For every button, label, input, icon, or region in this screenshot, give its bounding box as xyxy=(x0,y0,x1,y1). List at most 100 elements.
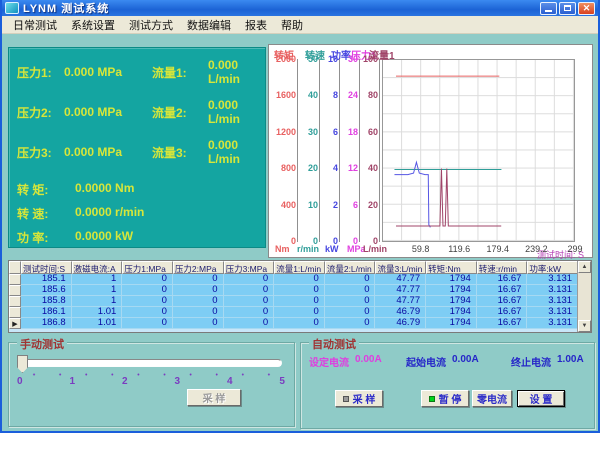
column-header[interactable]: 测试时间:S xyxy=(21,261,72,274)
menu-bar: 日常测试系统设置测试方式数据编辑报表帮助 xyxy=(2,16,598,34)
table-row[interactable]: 185.810000047.77179416.673.131 xyxy=(9,296,578,307)
trace-blue-line xyxy=(394,162,430,227)
row-selector[interactable] xyxy=(9,285,21,296)
row-selector[interactable] xyxy=(9,307,21,318)
scroll-up-icon[interactable]: ▲ xyxy=(578,261,591,273)
restore-icon[interactable] xyxy=(559,2,576,15)
close-icon[interactable] xyxy=(578,2,595,15)
column-header[interactable]: 流量3:L/min xyxy=(375,261,426,274)
table-cell: 0 xyxy=(325,307,376,318)
table-cell: 1.01 xyxy=(72,318,123,329)
table-cell: 0 xyxy=(173,274,224,285)
table-row[interactable]: 186.81.010000046.79179416.673.131 xyxy=(9,318,578,329)
reading-value: 0.000 MPa xyxy=(64,105,152,119)
reading-label: 压力3: xyxy=(17,144,64,161)
reading-value: 0.0000 kW xyxy=(75,229,257,246)
row-selector[interactable] xyxy=(9,296,21,307)
manual-sample-button[interactable]: 采 样 xyxy=(187,389,241,406)
menu-item-3[interactable]: 测试方式 xyxy=(122,16,180,34)
auto-sample-label: 采 样 xyxy=(353,391,376,406)
reading-label: 功 率: xyxy=(17,229,75,246)
table-cell: 0 xyxy=(122,274,173,285)
scroll-down-icon[interactable]: ▼ xyxy=(578,320,591,332)
slider-tick-label: 0 xyxy=(17,376,23,387)
column-header[interactable]: 转速:r/min xyxy=(477,261,528,274)
auto-sample-button[interactable]: 采 样 xyxy=(335,390,383,407)
table-cell: 46.79 xyxy=(375,307,426,318)
column-header[interactable]: 转矩:Nm xyxy=(426,261,477,274)
slider-tick-label: 4 xyxy=(227,376,233,387)
table-cell: 16.67 xyxy=(477,318,528,329)
current-slider-thumb[interactable] xyxy=(17,355,28,373)
column-header[interactable]: 功率:kW xyxy=(527,261,578,274)
current-row-marker[interactable] xyxy=(9,318,21,329)
column-header[interactable]: 激磁电流:A xyxy=(72,261,123,274)
column-header[interactable]: 压力2:MPa xyxy=(173,261,224,274)
slider-tick-label: 2 xyxy=(122,376,128,387)
plot-area xyxy=(382,59,575,242)
table-cell: 185.6 xyxy=(21,285,72,296)
column-header[interactable]: 流量1:L/min xyxy=(274,261,325,274)
menu-item-5[interactable]: 报表 xyxy=(238,16,274,34)
column-header[interactable]: 流量2:L/min xyxy=(325,261,376,274)
table-row[interactable]: 185.610000047.77179416.673.131 xyxy=(9,285,578,296)
table-cell: 3.131 xyxy=(527,307,578,318)
chart-traces xyxy=(383,60,574,241)
chart-panel: 测试时间: S 转矩2000160012008004000Nm转速5040302… xyxy=(268,44,593,258)
table-cell: 0 xyxy=(122,285,173,296)
axis-tick-label: 80 xyxy=(368,90,378,100)
start-current-label: 起始电流 xyxy=(406,354,446,369)
reading-value: 0.000 MPa xyxy=(64,65,152,79)
table-cell: 0 xyxy=(325,274,376,285)
reading-value: 0.000 L/min xyxy=(208,98,257,126)
reading-label: 压力2: xyxy=(17,104,64,121)
table-cell: 16.67 xyxy=(477,307,528,318)
x-tick-label: 179.4 xyxy=(487,244,510,254)
current-slider-track[interactable] xyxy=(19,359,282,367)
menu-item-6[interactable]: 帮助 xyxy=(274,16,310,34)
table-cell: 3.131 xyxy=(527,274,578,285)
menu-item-4[interactable]: 数据编辑 xyxy=(180,16,238,34)
sample-indicator-icon xyxy=(343,396,349,402)
title-bar: LYNM 测试系统 xyxy=(2,0,598,16)
auto-test-title: 自动测试 xyxy=(309,336,359,352)
table-cell: 1.01 xyxy=(72,307,123,318)
reading-label: 流量3: xyxy=(152,144,208,161)
client-area: 压力1:0.000 MPa流量1:0.000 L/min压力2:0.000 MP… xyxy=(2,34,598,431)
zero-current-button[interactable]: 零电流 xyxy=(472,390,512,407)
reading-value: 0.0000 r/min xyxy=(75,205,257,222)
table-cell: 16.67 xyxy=(477,285,528,296)
column-header[interactable]: 压力1:MPa xyxy=(122,261,173,274)
axis-tick-label: 40 xyxy=(368,163,378,173)
table-cell: 185.1 xyxy=(21,274,72,285)
zero-current-label: 零电流 xyxy=(477,391,507,406)
table-cell: 16.67 xyxy=(477,274,528,285)
table-cell: 0 xyxy=(122,307,173,318)
reading-value: 0.000 MPa xyxy=(64,145,152,159)
minimize-icon[interactable] xyxy=(540,2,557,15)
x-tick-label: 299 xyxy=(567,244,582,254)
table-row[interactable]: 185.110000047.77179416.673.131 xyxy=(9,274,578,285)
axis-tick-label: 60 xyxy=(368,127,378,137)
table-cell: 1794 xyxy=(426,274,477,285)
end-current-value: 1.00A xyxy=(557,354,584,369)
x-tick-label: 119.6 xyxy=(448,244,470,254)
menu-item-2[interactable]: 系统设置 xyxy=(64,16,122,34)
manual-test-group: 手动测试 012345 采 样 xyxy=(8,342,295,427)
reading-label: 流量2: xyxy=(152,104,208,121)
table-cell: 0 xyxy=(173,307,224,318)
pause-button[interactable]: 暂 停 xyxy=(421,390,469,407)
table-cell: 0 xyxy=(274,307,325,318)
table-scrollbar[interactable]: ▲ ▼ xyxy=(577,261,591,332)
table-cell: 0 xyxy=(224,307,275,318)
table-cell: 16.67 xyxy=(477,296,528,307)
table-header-row: 测试时间:S激磁电流:A压力1:MPa压力2:MPa压力3:MPa流量1:L/m… xyxy=(9,261,578,274)
setup-button[interactable]: 设 置 xyxy=(517,390,565,407)
row-selector[interactable] xyxy=(9,274,21,285)
table-cell: 3.131 xyxy=(527,296,578,307)
table-cell: 0 xyxy=(325,296,376,307)
menu-item-1[interactable]: 日常测试 xyxy=(6,16,64,34)
column-header[interactable]: 压力3:MPa xyxy=(224,261,275,274)
table-row[interactable]: 186.11.010000046.79179416.673.131 xyxy=(9,307,578,318)
table-cell: 186.1 xyxy=(21,307,72,318)
